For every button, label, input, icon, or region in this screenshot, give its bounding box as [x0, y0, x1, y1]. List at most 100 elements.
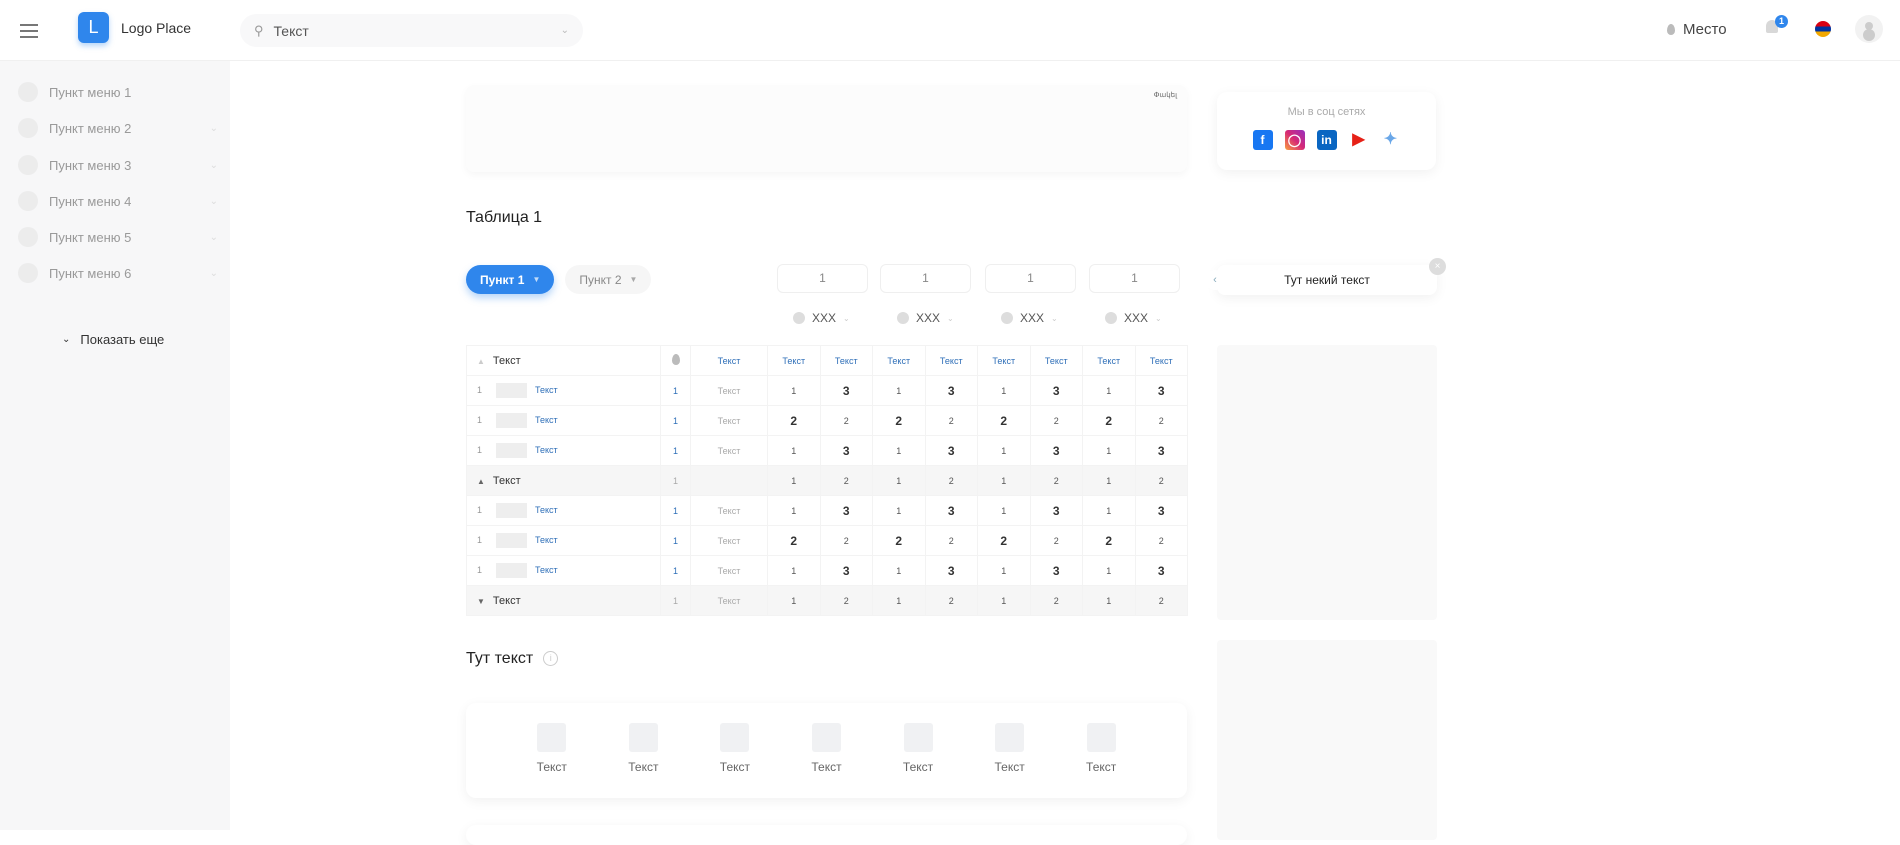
chevron-left-icon[interactable]: ‹: [1205, 270, 1225, 290]
tab-item-2[interactable]: Пункт 2 ▼: [565, 265, 652, 294]
header-cell[interactable]: Текст: [1134, 345, 1188, 376]
value-cell: 3: [1134, 435, 1188, 466]
avatar[interactable]: [1855, 15, 1883, 43]
item-tile[interactable]: Текст: [811, 723, 842, 798]
row-link[interactable]: Текст: [535, 385, 558, 395]
row-index: 1: [477, 444, 483, 455]
row-count: 1: [660, 375, 691, 406]
value-input-3[interactable]: 1: [985, 264, 1076, 293]
location-selector[interactable]: Место: [1667, 21, 1727, 38]
chevron-down-icon[interactable]: ⌄: [210, 196, 218, 207]
menu-icon[interactable]: [20, 24, 38, 38]
item-tile[interactable]: Текст: [628, 723, 658, 798]
chevron-down-icon[interactable]: ⌄: [210, 123, 218, 134]
linkedin-icon[interactable]: in: [1316, 130, 1337, 150]
header-cell[interactable]: Текст: [819, 345, 873, 376]
value-cell: 1: [1082, 495, 1136, 526]
group-name-cell: ▼ Текст: [466, 585, 661, 616]
sidebar-item-1[interactable]: Пункт меню 1: [18, 77, 218, 107]
value-cell: 1: [767, 555, 821, 586]
select-3[interactable]: XXX ⌄: [1001, 311, 1058, 325]
header-cell[interactable]: Текст: [924, 345, 978, 376]
chevron-down-icon[interactable]: ⌄: [210, 160, 218, 171]
item-tile[interactable]: Текст: [903, 723, 933, 798]
item-tile[interactable]: Текст: [537, 723, 567, 798]
row-link[interactable]: Текст: [535, 565, 558, 575]
sidebar-item-2[interactable]: Пункт меню 2 ⌄: [18, 113, 218, 143]
header-cell[interactable]: Текст: [1082, 345, 1136, 376]
header-name-cell[interactable]: ▲ Текст: [466, 345, 661, 376]
row-name-cell: 1 Текст: [466, 525, 661, 556]
table-header-row: ▲ Текст Текст Текст Текст Текст Текст Текст Текс…: [466, 345, 1188, 376]
youtube-icon[interactable]: ▶: [1348, 130, 1369, 150]
value-cell: 1: [1082, 555, 1136, 586]
header-cell[interactable]: Текст: [690, 345, 768, 376]
row-link[interactable]: Текст: [535, 505, 558, 515]
row-link[interactable]: Текст: [535, 415, 558, 425]
value-cell: 2: [1134, 585, 1188, 616]
location-label: Место: [1683, 21, 1727, 38]
sidebar-item-4[interactable]: Пункт меню 4 ⌄: [18, 186, 218, 216]
logo-text[interactable]: Logo Place: [121, 20, 191, 36]
info-icon[interactable]: i: [543, 651, 559, 667]
value-cell: 1: [767, 585, 821, 616]
section-title-text: Тут текст: [466, 650, 534, 667]
search-input[interactable]: ⚲ Текст ⌄: [240, 14, 583, 47]
logo-icon[interactable]: L: [78, 12, 109, 43]
value-cell: 1: [977, 495, 1031, 526]
item-image-placeholder: [903, 723, 933, 752]
data-table: ▲ Текст Текст Текст Текст Текст Текст Текст Текс…: [466, 345, 1188, 616]
header-cell[interactable]: Текст: [767, 345, 821, 376]
value-input-2[interactable]: 1: [880, 264, 971, 293]
row-link[interactable]: Текст: [535, 445, 558, 455]
table-row: 1 Текст 1 Текст 1 3 1 3 1 3 1 3: [466, 555, 1188, 586]
sidebar-item-3[interactable]: Пункт меню 3 ⌄: [18, 150, 218, 180]
caret-down-icon[interactable]: ▼: [477, 597, 485, 606]
sidebar-item-6[interactable]: Пункт меню 6 ⌄: [18, 258, 218, 288]
value-cell: 3: [1029, 435, 1083, 466]
value-cell: 1: [977, 465, 1031, 496]
twitter-icon[interactable]: ✦: [1380, 130, 1401, 150]
sort-up-icon[interactable]: ▲: [477, 357, 485, 366]
value-cell: 1: [1082, 585, 1136, 616]
instagram-icon[interactable]: ◯: [1284, 130, 1305, 150]
item-tile[interactable]: Текст: [720, 723, 750, 798]
group-text: Текст: [690, 585, 768, 616]
item-tile[interactable]: Текст: [994, 723, 1025, 798]
location-pin-icon: [1667, 24, 1675, 35]
item-tile[interactable]: Текст: [1086, 723, 1116, 798]
language-flag-icon[interactable]: [1815, 21, 1831, 37]
row-count: 1: [660, 405, 691, 436]
row-name-cell: 1 Текст: [466, 555, 661, 586]
header-cell[interactable]: Текст: [977, 345, 1031, 376]
close-link[interactable]: Փակել: [1154, 91, 1177, 99]
facebook-icon[interactable]: f: [1252, 130, 1273, 150]
group-row[interactable]: ▲ Текст 1 1 2 1 2 1 2 1 2: [466, 465, 1188, 496]
chevron-down-icon[interactable]: ⌄: [210, 232, 218, 243]
group-row[interactable]: ▼ Текст 1 Текст 1 2 1 2 1 2 1 2: [466, 585, 1188, 616]
item-label: Текст: [811, 760, 842, 774]
value-cell: 2: [872, 405, 926, 436]
top-banner-card: Փակել: [466, 85, 1187, 172]
row-link[interactable]: Текст: [535, 535, 558, 545]
value-cell: 3: [924, 375, 978, 406]
value-cell: 3: [924, 555, 978, 586]
tab-item-1[interactable]: Пункт 1 ▼: [466, 265, 555, 294]
select-1[interactable]: XXX ⌄: [793, 311, 850, 325]
value-cell: 1: [767, 435, 821, 466]
table-title: Таблица 1: [466, 209, 543, 226]
chevron-down-icon[interactable]: ⌄: [210, 268, 218, 279]
select-2[interactable]: XXX ⌄: [897, 311, 954, 325]
value-input-4[interactable]: 1: [1089, 264, 1180, 293]
sidebar-item-5[interactable]: Пункт меню 5 ⌄: [18, 222, 218, 252]
chevron-down-icon[interactable]: ⌄: [561, 25, 569, 36]
header-cell[interactable]: Текст: [1029, 345, 1083, 376]
select-4[interactable]: XXX ⌄: [1105, 311, 1162, 325]
show-more-button[interactable]: ⌄ Показать еще: [62, 332, 164, 347]
header-cell[interactable]: Текст: [872, 345, 926, 376]
value-input-1[interactable]: 1: [777, 264, 868, 293]
row-text: Текст: [690, 495, 768, 526]
row-text: Текст: [690, 525, 768, 556]
caret-up-icon[interactable]: ▲: [477, 477, 485, 486]
close-icon[interactable]: ×: [1429, 258, 1446, 275]
